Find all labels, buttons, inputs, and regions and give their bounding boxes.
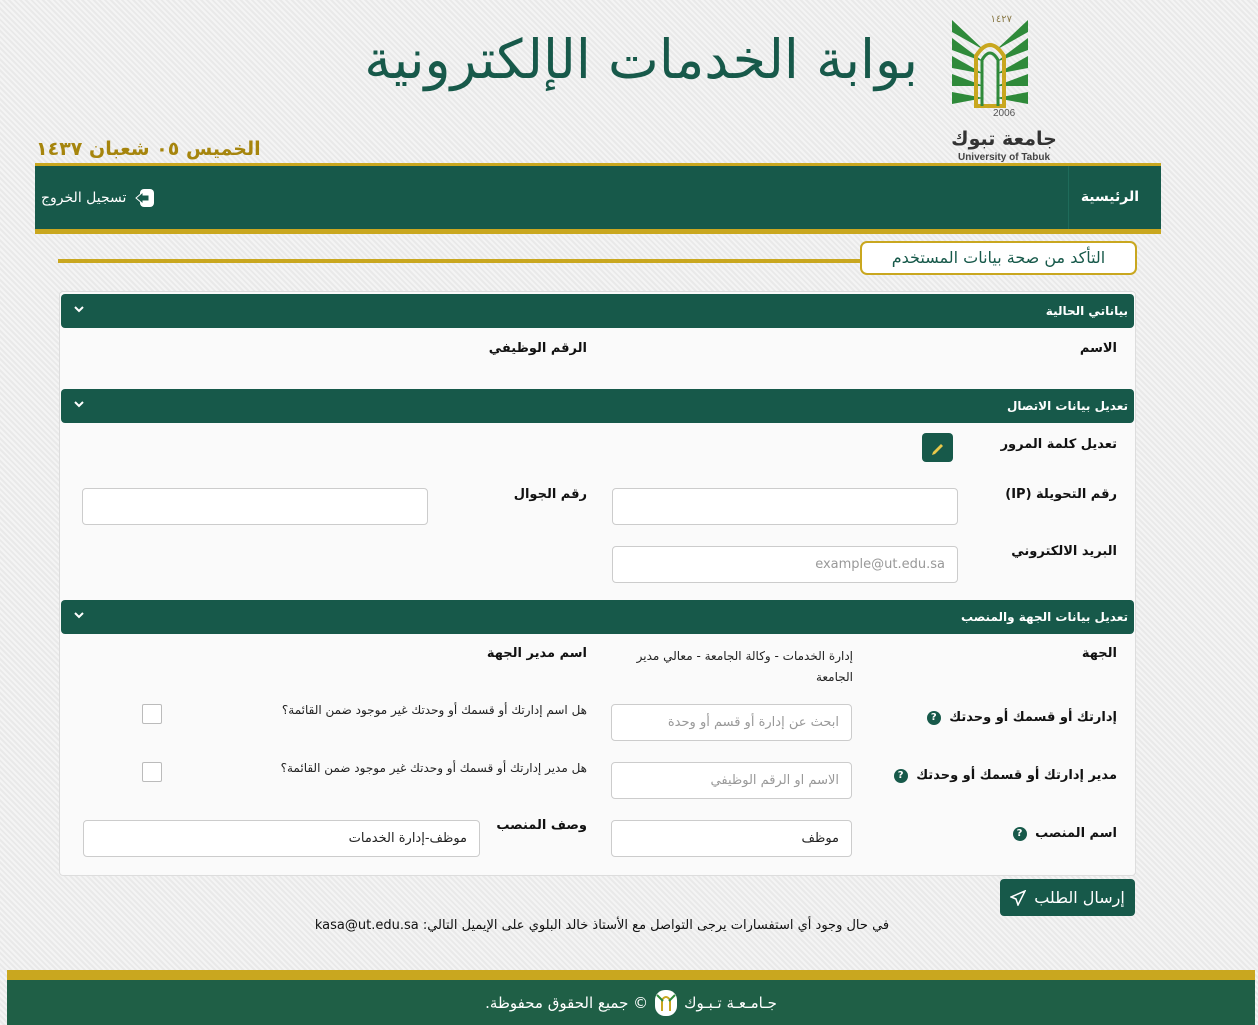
entity-value: إدارة الخدمات - وكالة الجامعة - معالي مد… <box>636 649 853 684</box>
name-label: الاسم <box>1079 341 1117 356</box>
unit-search-input[interactable]: ابحث عن إدارة أو قسم أو وحدة <box>611 704 852 741</box>
university-emblem-icon <box>952 20 1028 108</box>
send-icon <box>1010 889 1027 906</box>
form-panel <box>59 291 1136 876</box>
logo-name-english: University of Tabuk <box>957 152 1051 163</box>
heading-divider <box>58 259 868 263</box>
footer-accent-bar <box>7 970 1255 980</box>
help-icon[interactable]: ? <box>893 768 908 783</box>
chevron-down-icon[interactable] <box>73 609 85 621</box>
extension-input[interactable] <box>612 488 958 525</box>
footer-university-name: جـامـعـة تـبـوك <box>684 993 777 1012</box>
logo-year-gregorian: 2006 <box>993 108 1016 119</box>
logo-name-arabic: جامعة تبوك <box>951 128 1057 150</box>
unit-manager-missing-question: هل مدير إدارتك أو قسمك أو وحدتك غير موجو… <box>280 761 587 775</box>
pencil-icon <box>932 444 943 455</box>
mobile-input[interactable] <box>82 488 428 525</box>
position-label-row: اسم المنصب ? <box>1012 826 1117 841</box>
entity-manager-label: اسم مدير الجهة <box>486 646 587 661</box>
section-contact-title: تعديل بيانات الاتصال <box>1006 399 1128 413</box>
footer: جـامـعـة تـبـوك © جميع الحقوق محفوظة. <box>7 980 1255 1025</box>
page-heading: التأكد من صحة بيانات المستخدم <box>860 241 1137 275</box>
unit-manager-input[interactable]: الاسم او الرقم الوظيفي <box>611 762 852 799</box>
site-title: بوابة الخدمات الإلكترونية <box>364 28 918 91</box>
email-input[interactable]: example@ut.edu.sa <box>612 546 958 583</box>
extension-label: رقم التحويلة (IP) <box>1005 487 1117 502</box>
nav-home-link[interactable]: الرئيسية <box>1081 166 1139 229</box>
section-contact-header[interactable]: تعديل بيانات الاتصال <box>61 389 1134 423</box>
password-label: تعديل كلمة المرور <box>1000 437 1117 452</box>
mobile-label: رقم الجوال <box>513 487 587 502</box>
email-label: البريد الالكتروني <box>1011 544 1117 559</box>
contact-note: في حال وجود أي استفسارات يرجى التواصل مع… <box>314 918 890 933</box>
unit-label: إدارتك أو قسمك أو وحدتك <box>949 710 1117 725</box>
position-desc-input[interactable]: موظف-إدارة الخدمات <box>83 820 480 857</box>
logo-year-hijri: ١٤٢٧ <box>990 14 1012 25</box>
unit-missing-question: هل اسم إدارتك أو قسمك أو وحدتك غير موجود… <box>281 703 587 717</box>
hijri-date: الخميس ٠٥ شعبان ١٤٣٧ <box>36 138 261 160</box>
university-emblem-icon <box>655 989 678 1016</box>
entity-label: الجهة <box>1081 646 1117 661</box>
submit-request-button[interactable]: إرسال الطلب <box>1000 879 1135 916</box>
logout-icon <box>135 189 155 207</box>
position-input[interactable]: موظف <box>611 820 852 857</box>
unit-manager-label: مدير إدارتك أو قسمك أو وحدتك <box>916 768 1117 783</box>
logout-label: تسجيل الخروج <box>41 190 127 206</box>
job-number-label: الرقم الوظيفي <box>488 341 587 356</box>
main-navbar: الرئيسية تسجيل الخروج <box>35 163 1161 234</box>
unit-manager-label-row: مدير إدارتك أو قسمك أو وحدتك ? <box>893 768 1117 783</box>
chevron-down-icon[interactable] <box>73 303 85 315</box>
university-logo: ١٤٢٧ 2006 جامعة تبوك University of Tabuk <box>944 10 1064 163</box>
submit-label: إرسال الطلب <box>1034 888 1125 907</box>
footer-copyright: © جميع الحقوق محفوظة. <box>485 993 649 1012</box>
position-label: اسم المنصب <box>1035 826 1117 841</box>
section-department-header[interactable]: تعديل بيانات الجهة والمنصب <box>61 600 1134 634</box>
help-icon[interactable]: ? <box>1012 826 1027 841</box>
unit-label-row: إدارتك أو قسمك أو وحدتك ? <box>926 710 1117 725</box>
position-desc-label: وصف المنصب <box>496 818 587 833</box>
section-current-data-title: بياناتي الحالية <box>1045 304 1128 318</box>
logout-button[interactable]: تسجيل الخروج <box>41 184 156 212</box>
section-department-title: تعديل بيانات الجهة والمنصب <box>961 610 1128 624</box>
chevron-down-icon[interactable] <box>73 398 85 410</box>
edit-password-button[interactable] <box>922 433 953 462</box>
help-icon[interactable]: ? <box>926 710 941 725</box>
unit-manager-missing-checkbox[interactable] <box>142 762 162 782</box>
section-current-data-header[interactable]: بياناتي الحالية <box>61 294 1134 328</box>
unit-missing-checkbox[interactable] <box>142 704 162 724</box>
